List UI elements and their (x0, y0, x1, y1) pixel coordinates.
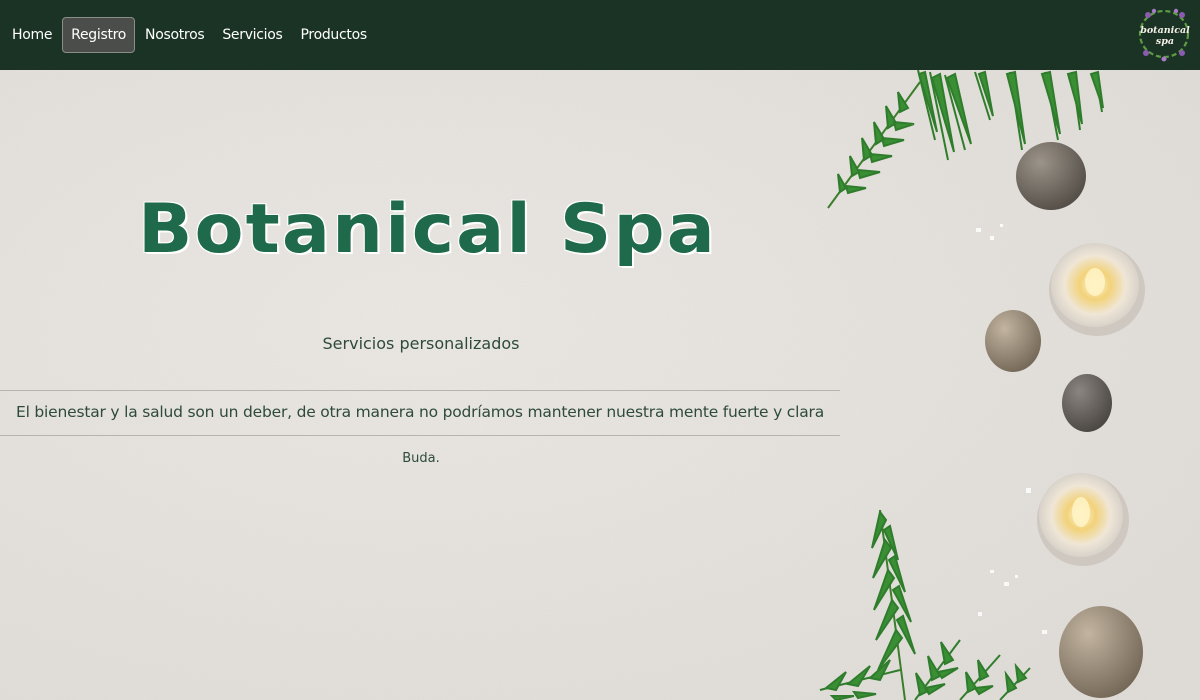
page: Home Registro Nosotros Servicios Product… (0, 0, 1200, 700)
nav-nosotros[interactable]: Nosotros (137, 18, 212, 52)
brand-logo[interactable]: botanical spa (1132, 5, 1196, 63)
spa-stone (985, 310, 1041, 372)
hero-subtitle: Servicios personalizados (322, 334, 520, 353)
nav-menu: Home Registro Nosotros Servicios Product… (4, 17, 377, 53)
spa-stone (1016, 142, 1086, 210)
nav-servicios[interactable]: Servicios (214, 18, 290, 52)
spa-stone (1059, 606, 1143, 698)
quote-divider-bottom (0, 435, 840, 436)
hero-title: Botanical Spa (138, 190, 717, 269)
nav-productos[interactable]: Productos (293, 18, 375, 52)
logo-text: botanical spa (1140, 25, 1190, 47)
quote-author: Buda. (402, 451, 440, 466)
top-navbar: Home Registro Nosotros Servicios Product… (0, 0, 1200, 70)
fern-leaf (819, 509, 1031, 700)
salt-crystals (976, 224, 1047, 634)
quote-text: El bienestar y la salud son un deber, de… (15, 403, 824, 421)
quote-divider-top (0, 390, 840, 391)
tealight-candle (1037, 473, 1129, 566)
nav-registro[interactable]: Registro (62, 17, 136, 53)
nav-home[interactable]: Home (4, 18, 60, 52)
spa-stone (1062, 374, 1112, 432)
spa-decoration (819, 69, 1145, 700)
tealight-candle (1049, 243, 1145, 336)
